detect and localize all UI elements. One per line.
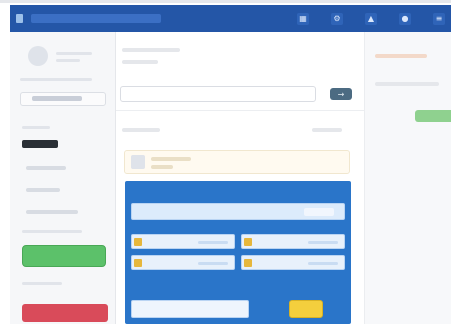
profile-role-line xyxy=(56,59,80,62)
settings-icon[interactable]: ⚙ xyxy=(331,12,343,25)
option-marker-icon xyxy=(244,238,252,246)
search-submit-button[interactable]: → xyxy=(330,88,352,100)
dialog-field[interactable] xyxy=(131,203,345,220)
content-subtitle-line xyxy=(122,60,158,64)
user-icon[interactable]: ● xyxy=(399,12,411,25)
option-marker-icon xyxy=(134,238,142,246)
sidebar-item[interactable] xyxy=(20,204,108,220)
option-cell[interactable] xyxy=(131,234,235,249)
panel-heading-line xyxy=(375,54,427,58)
dialog xyxy=(125,181,351,324)
sidebar-item[interactable] xyxy=(20,160,108,176)
dialog-field-tag xyxy=(304,208,334,216)
sidebar-divider-line xyxy=(20,78,92,81)
option-marker-icon xyxy=(244,259,252,267)
section-heading-line xyxy=(122,128,160,132)
content-divider xyxy=(116,110,364,111)
avatar[interactable] xyxy=(28,46,48,66)
menu-icon[interactable]: ≡ xyxy=(433,12,445,25)
dialog-title xyxy=(131,187,345,199)
sidebar-item[interactable] xyxy=(20,182,108,198)
panel-action-button[interactable] xyxy=(415,110,451,122)
primary-action-button[interactable] xyxy=(22,245,106,267)
option-cell[interactable] xyxy=(131,255,235,270)
option-cell[interactable] xyxy=(241,234,345,249)
app-title xyxy=(31,14,161,23)
dialog-footer xyxy=(131,300,345,318)
option-cell[interactable] xyxy=(241,255,345,270)
sidebar-search-chip xyxy=(32,96,82,101)
right-panel xyxy=(364,32,451,324)
sidebar-badge xyxy=(22,140,58,148)
sidebar-caption-line xyxy=(22,230,82,233)
search-input[interactable] xyxy=(120,86,316,102)
bell-icon[interactable]: ▲ xyxy=(365,12,377,25)
list-item[interactable] xyxy=(124,150,350,174)
grid-icon[interactable]: ▦ xyxy=(297,12,309,25)
content-title-line xyxy=(122,48,180,52)
app-header: ▦ ⚙ ▲ ● ≡ xyxy=(10,5,451,32)
section-link-line[interactable] xyxy=(312,128,342,132)
panel-text-line xyxy=(375,82,439,86)
option-marker-icon xyxy=(134,259,142,267)
top-strip xyxy=(0,0,451,3)
item-thumbnail xyxy=(131,155,145,169)
app-logo-icon xyxy=(16,14,23,23)
dialog-input[interactable] xyxy=(131,300,249,318)
dialog-options-grid xyxy=(131,234,345,270)
sidebar xyxy=(10,32,116,324)
sidebar-section-line xyxy=(22,126,50,129)
confirm-button[interactable] xyxy=(289,300,323,318)
danger-action-button[interactable] xyxy=(22,304,108,322)
profile-name-line xyxy=(56,52,92,55)
sidebar-caption-line xyxy=(22,282,62,285)
